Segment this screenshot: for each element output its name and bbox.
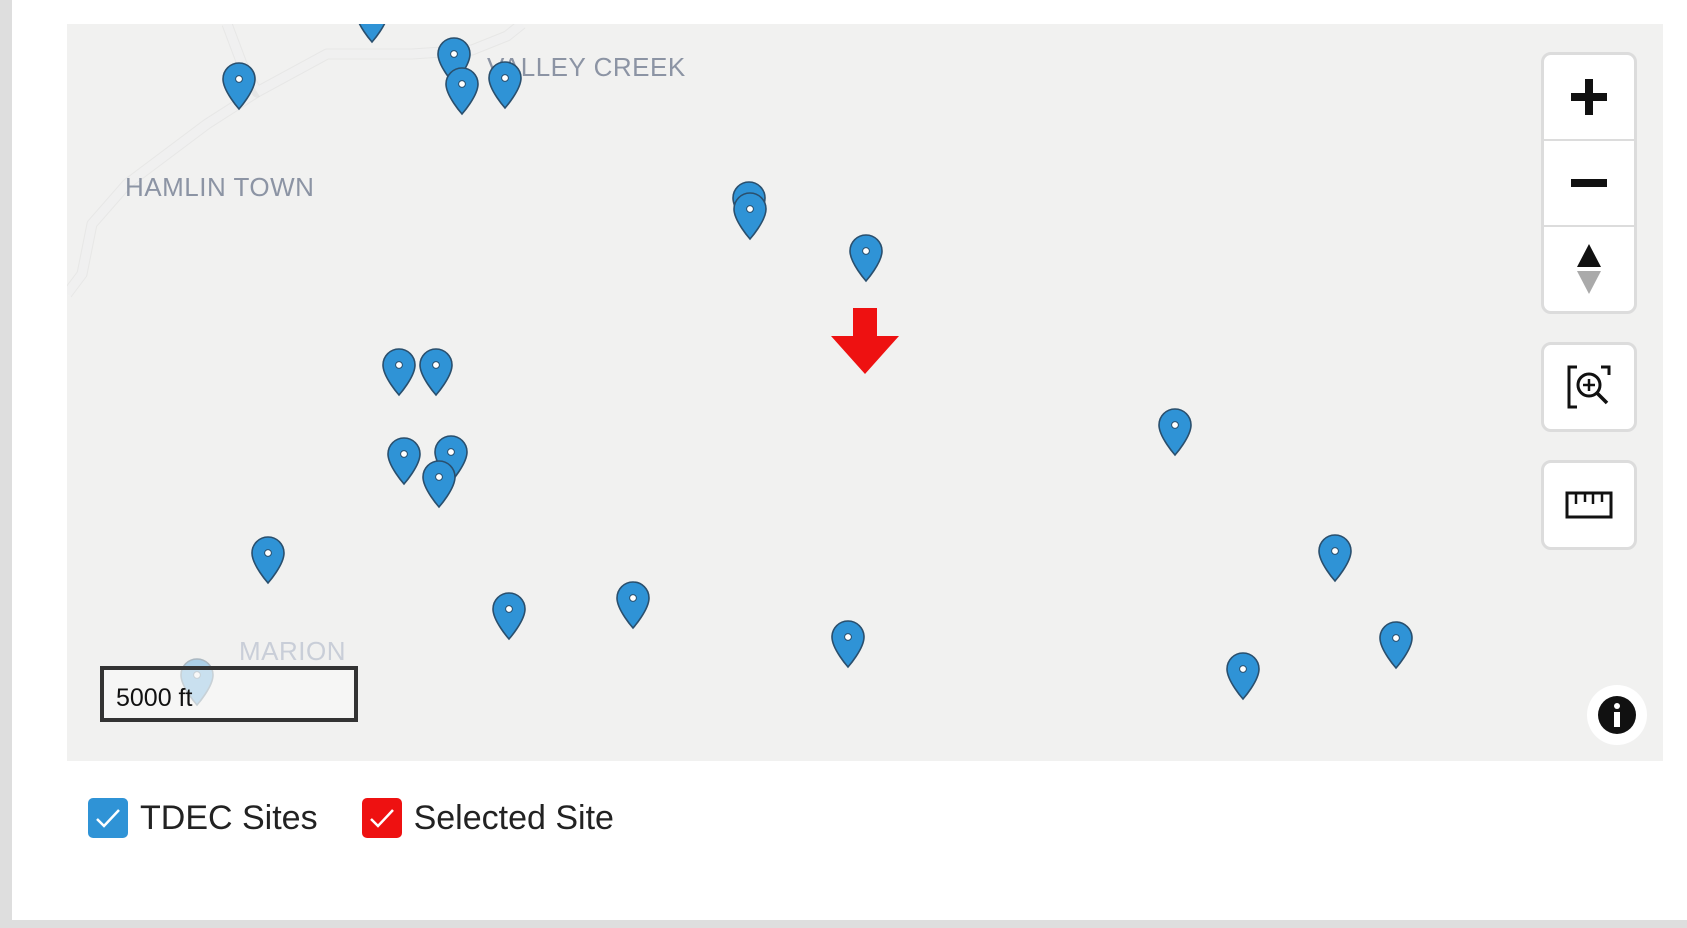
site-marker-icon[interactable] [486,60,524,110]
measure-control [1541,460,1637,550]
site-marker-icon[interactable] [380,347,418,397]
ruler-icon [1565,491,1613,519]
compass-icon [1577,244,1601,294]
site-marker-icon[interactable] [847,233,885,283]
minus-icon [1571,179,1607,187]
place-label-marion: MARION [239,636,346,666]
legend-item-selected-site[interactable]: Selected Site [361,798,614,838]
site-marker-icon[interactable] [420,459,458,509]
checkmark-icon [96,809,120,828]
legend-label-tdec-sites: TDEC Sites [140,798,318,837]
plus-icon [1571,79,1607,115]
info-icon [1598,696,1636,734]
map-legend: TDEC Sites Selected Site [88,798,658,838]
site-marker-icon[interactable] [249,535,287,585]
tdec-sites-checkbox[interactable] [88,798,128,838]
site-marker-icon[interactable] [443,66,481,116]
legend-label-selected-site: Selected Site [413,798,614,837]
place-label-hamlin-town: HAMLIN TOWN [125,172,315,202]
compass-button[interactable] [1544,225,1634,311]
site-marker-icon[interactable] [490,591,528,641]
site-marker-icon[interactable] [731,191,769,241]
selected-site-checkbox[interactable] [361,798,402,838]
measure-button[interactable] [1544,463,1634,547]
site-marker-icon[interactable] [220,61,258,111]
zoom-to-control [1541,342,1637,432]
scale-bar: 5000 ft [100,666,358,722]
info-button[interactable] [1587,685,1647,745]
map-panel: VALLEY CREEK HAMLIN TOWN MARION 5000 ft … [12,0,1687,920]
site-marker-icon[interactable] [1224,651,1262,701]
zoom-magnifier-icon [1567,365,1611,409]
site-marker-icon[interactable] [829,619,867,669]
site-marker-icon[interactable] [353,24,391,44]
map-view[interactable]: VALLEY CREEK HAMLIN TOWN MARION 5000 ft [67,24,1663,761]
zoom-in-button[interactable] [1544,55,1634,139]
legend-item-tdec-sites[interactable]: TDEC Sites [88,798,318,838]
site-marker-icon[interactable] [417,347,455,397]
site-marker-icon[interactable] [1156,407,1194,457]
zoom-out-button[interactable] [1544,139,1634,225]
scale-bar-label: 5000 ft [116,684,193,712]
zoom-control-group [1541,52,1637,314]
site-marker-icon[interactable] [1316,533,1354,583]
site-marker-icon[interactable] [1377,620,1415,670]
site-marker-icon[interactable] [385,436,423,486]
zoom-to-button[interactable] [1544,345,1634,429]
checkmark-icon [369,809,394,828]
site-marker-icon[interactable] [614,580,652,630]
selected-site-arrow-icon[interactable] [829,308,901,376]
